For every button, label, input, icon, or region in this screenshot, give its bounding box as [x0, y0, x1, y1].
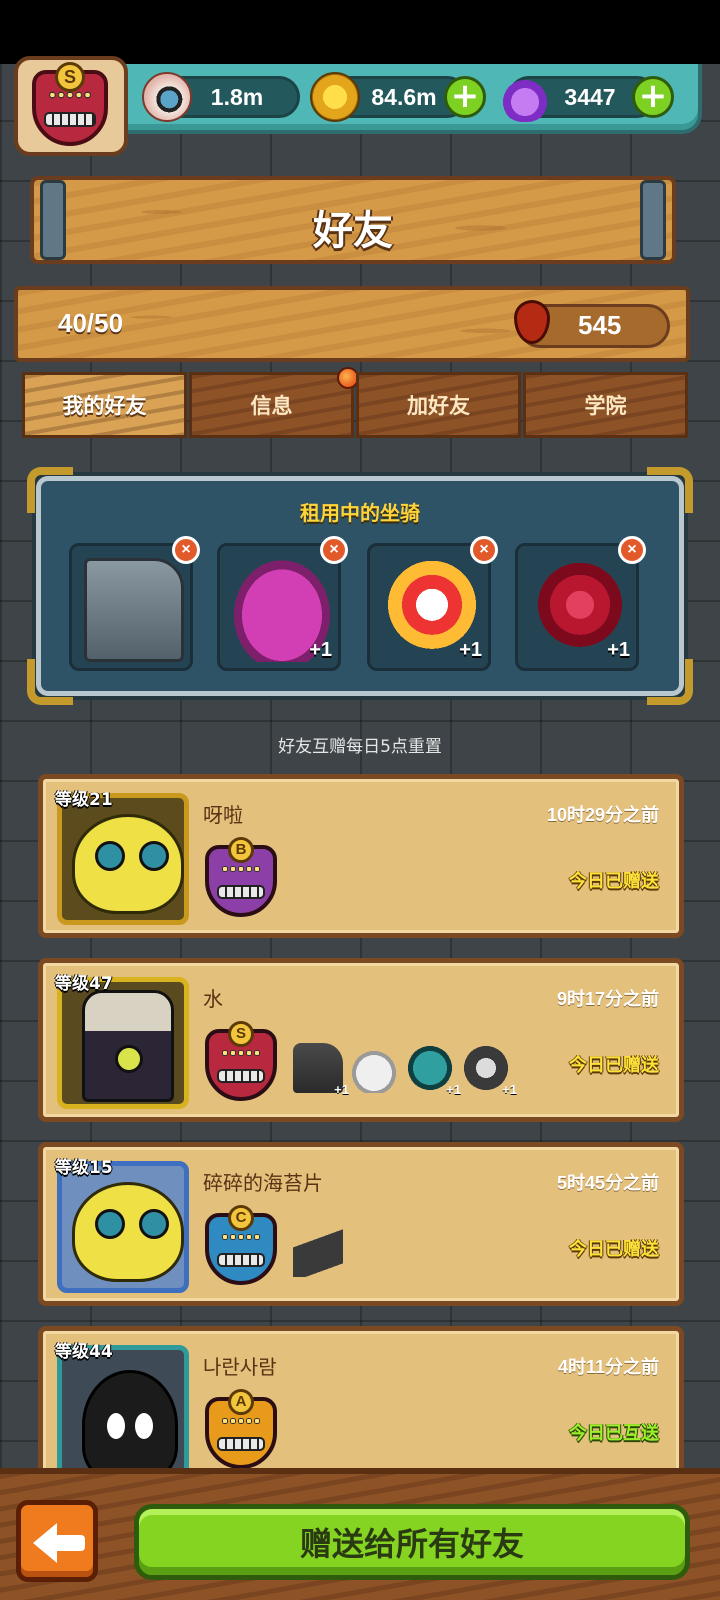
tab-label: 我的好友 [62, 394, 147, 418]
gift-status: 今日已互送 [569, 1423, 659, 1444]
friend-avatar [57, 793, 189, 925]
mech-crane-mount-icon [84, 558, 184, 662]
remove-mount-button[interactable]: × [618, 536, 646, 564]
add-coins-button[interactable]: + [444, 76, 486, 118]
page-title: 好友 [313, 208, 393, 254]
friend-level: 等级47 [55, 974, 113, 994]
gift-all-label: 赠送给所有好友 [299, 1525, 524, 1563]
potion-icon [500, 72, 550, 122]
tab-my-friends[interactable]: 我的好友 [22, 372, 187, 438]
lion-mount-icon: +1 [461, 1043, 517, 1097]
friend-count-board: 40/50 545 [14, 286, 690, 362]
mech-mount-icon: +1 [293, 1043, 349, 1097]
yellow-frog-monster-icon [72, 1182, 184, 1282]
player-monster-icon: S [32, 62, 108, 146]
rank-letter: B [228, 837, 254, 863]
back-arrow-icon [33, 1523, 57, 1563]
friend-avatar [57, 977, 189, 1109]
potions-value: 3447 [564, 83, 616, 110]
eyes-value: 1.8m [210, 83, 264, 110]
friend-card[interactable]: 等级21 呀啦 10时29分之前 B 今日已赠送 [38, 774, 684, 938]
rank-letter: S [228, 1021, 254, 1047]
tab-academy[interactable]: 学院 [523, 372, 688, 438]
rented-mounts-title: 租用中的坐骑 [300, 501, 420, 525]
remove-mount-button[interactable]: × [320, 536, 348, 564]
gift-status: 今日已赠送 [569, 1055, 659, 1076]
mount-slot[interactable]: × +1 [217, 536, 348, 671]
mount-bonus: +1 [502, 1082, 517, 1097]
tab-add-friend[interactable]: 加好友 [356, 372, 521, 438]
status-bar [0, 0, 720, 64]
friend-avatar [57, 1345, 189, 1477]
mount-slot[interactable]: × +1 [367, 536, 498, 671]
gift-status: 今日已赠送 [569, 871, 659, 892]
rank-letter: A [228, 1389, 254, 1415]
tab-bar: 我的好友 信息 加好友 学院 [22, 367, 690, 438]
player-avatar[interactable]: S [14, 56, 128, 156]
rented-mounts-panel: 租用中的坐骑 × × +1 × +1 × +1 [27, 467, 693, 705]
rank-c-monster-icon: C [205, 1205, 277, 1285]
resource-bar: 1.8m 84.6m + 3447 + [110, 64, 702, 134]
friend-count: 40/50 [58, 308, 124, 338]
back-button[interactable] [16, 1500, 98, 1582]
mount-bonus: +1 [607, 639, 630, 661]
player-rank-badge: S [55, 62, 85, 92]
blood-value: 545 [578, 310, 622, 340]
mount-slot[interactable]: × [69, 536, 200, 671]
last-online: 10时29分之前 [546, 805, 659, 825]
eyeball-icon [142, 72, 192, 122]
friend-level: 等级15 [55, 1158, 113, 1178]
friend-card[interactable]: 等级47 水 9时17分之前 S +1 +1 +1 今日已赠送 [38, 958, 684, 1122]
mount-bonus: +1 [446, 1082, 461, 1097]
daily-reset-note: 好友互赠每日5点重置 [278, 737, 442, 757]
friend-level: 等级44 [55, 1342, 113, 1362]
chef-monster-icon [82, 990, 174, 1102]
friend-name: 呀啦 [203, 803, 243, 827]
last-online: 5时45分之前 [556, 1173, 659, 1193]
yellow-frog-monster-icon [72, 814, 184, 914]
friend-card[interactable]: 等级15 碎碎的海苔片 5时45分之前 C 今日已赠送 [38, 1142, 684, 1306]
rank-s-monster-icon: S [205, 1021, 277, 1101]
black-blob-monster-icon [82, 1370, 178, 1472]
drill-mount-icon [293, 1227, 343, 1277]
coins-value: 84.6m [371, 83, 437, 110]
mount-slot[interactable]: × +1 [515, 536, 646, 671]
mount-bonus: +1 [309, 639, 332, 661]
gift-status: 今日已赠送 [569, 1239, 659, 1260]
title-board: 好友 [30, 176, 676, 264]
rank-a-monster-icon: A [205, 1389, 277, 1469]
tab-label: 学院 [584, 394, 627, 418]
mount-bonus: +1 [334, 1082, 349, 1097]
tab-label: 加好友 [407, 394, 470, 418]
friend-card[interactable]: 等级44 나란사람 4时11分之前 A 今日已互送 [38, 1326, 684, 1490]
remove-mount-button[interactable]: × [470, 536, 498, 564]
rank-letter: C [228, 1205, 254, 1231]
last-online: 9时17分之前 [556, 989, 659, 1009]
back-arrow-stem [55, 1535, 85, 1551]
cloud-mount-icon [349, 1043, 399, 1093]
coin-icon [310, 72, 360, 122]
friend-avatar [57, 1161, 189, 1293]
mount-bonus: +1 [459, 639, 482, 661]
friend-name: 水 [203, 987, 223, 1011]
remove-mount-button[interactable]: × [172, 536, 200, 564]
tab-messages[interactable]: 信息 [189, 367, 359, 438]
add-potions-button[interactable]: + [632, 76, 674, 118]
last-online: 4时11分之前 [557, 1357, 659, 1377]
rank-b-monster-icon: B [205, 837, 277, 917]
teal-pot-mount-icon: +1 [405, 1043, 461, 1097]
friend-name: 碎碎的海苔片 [203, 1171, 323, 1195]
friend-level: 等级21 [55, 790, 113, 810]
friend-name: 나란사람 [203, 1355, 277, 1379]
tab-label: 信息 [250, 394, 293, 418]
gift-all-friends-button[interactable]: 赠送给所有好友 [134, 1504, 690, 1580]
